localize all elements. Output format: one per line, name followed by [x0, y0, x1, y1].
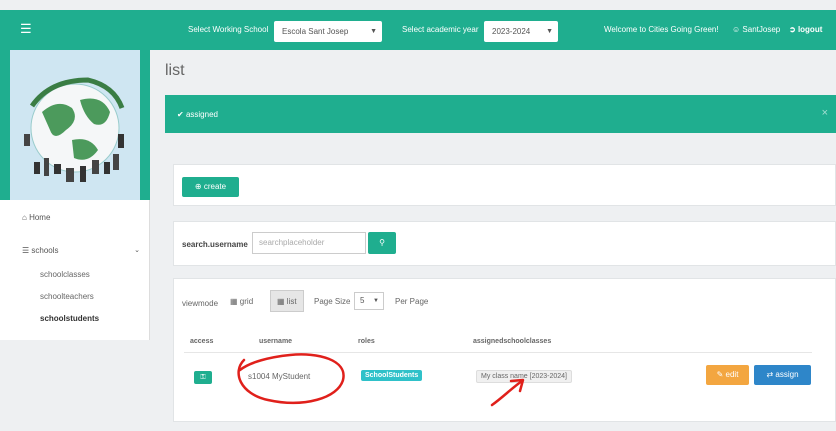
column-header-username: username [259, 338, 293, 345]
search-button[interactable]: ⚲ [368, 232, 396, 254]
sidebar-item-schools[interactable]: ☰ schools ⌄ [22, 246, 140, 255]
key-icon: ⚿ [200, 374, 206, 381]
user-menu[interactable]: ☺ SantJosep [732, 25, 780, 34]
sidebar-item-label: Home [29, 213, 51, 222]
chevron-down-icon: ▼ [373, 298, 379, 304]
sidebar: ⌂ Home ☰ schools ⌄ schoolclasses schoolt… [0, 50, 150, 340]
working-school-select[interactable]: Escola Sant Josep ▼ [274, 21, 382, 42]
logout-icon: ➲ [789, 25, 796, 34]
sidebar-item-schoolteachers[interactable]: schoolteachers [40, 292, 94, 301]
per-page-label: Per Page [395, 297, 429, 306]
logout-link[interactable]: ➲ logout [789, 25, 822, 34]
create-button[interactable]: ⊕ create [182, 177, 239, 197]
create-button-label: create [203, 182, 227, 191]
top-navbar: ☰ Select Working School Escola Sant Jose… [0, 10, 836, 50]
user-icon: ☺ [732, 25, 741, 34]
hamburger-icon[interactable]: ☰ [20, 22, 32, 36]
academic-year-select[interactable]: 2023-2024 ▼ [484, 21, 558, 42]
list-icon: ☰ [22, 246, 30, 255]
page-title: list [165, 62, 185, 79]
alert-message: ✔ assigned [177, 110, 218, 119]
main-content: list ✔ assigned × ⊕ create search.userna… [151, 50, 836, 431]
logo-frame [0, 50, 150, 200]
grid-icon: ▦ [230, 297, 238, 306]
search-label: search.username [182, 240, 248, 249]
role-badge: SchoolStudents [361, 370, 423, 381]
chevron-down-icon: ⌄ [134, 247, 140, 254]
column-header-roles: roles [358, 338, 375, 345]
create-panel: ⊕ create [173, 164, 836, 206]
chevron-down-icon: ▼ [370, 28, 377, 35]
sidebar-item-home[interactable]: ⌂ Home [22, 213, 50, 222]
search-panel: search.username searchplaceholder ⚲ [173, 221, 836, 266]
list-label: list [286, 297, 297, 306]
table-divider [184, 352, 812, 353]
logo[interactable] [10, 50, 140, 200]
list-view-button[interactable]: ▦ list [270, 290, 304, 312]
edit-icon: ✎ [716, 370, 724, 379]
plus-circle-icon: ⊕ [194, 182, 202, 191]
page-size-select[interactable]: 5 ▼ [354, 292, 384, 310]
assign-button[interactable]: ⇄ assign [754, 365, 811, 385]
chevron-down-icon: ▼ [546, 28, 553, 35]
search-input[interactable]: searchplaceholder [252, 232, 366, 254]
assign-button-label: assign [775, 370, 799, 379]
list-panel: viewmode ▦ grid ▦ list Page Size 5 ▼ Per… [173, 278, 836, 422]
success-alert: ✔ assigned × [165, 95, 836, 133]
assigned-class-badge: My class name [2023-2024] [476, 370, 572, 383]
column-header-access: access [190, 338, 214, 345]
column-header-assignedschoolclasses: assignedschoolclasses [473, 338, 552, 345]
sidebar-item-schoolstudents[interactable]: schoolstudents [40, 314, 99, 323]
user-name: SantJosep [742, 25, 781, 34]
working-school-value: Escola Sant Josep [282, 27, 349, 36]
username-cell: s1004 MyStudent [248, 372, 311, 381]
check-circle-icon: ✔ [177, 110, 184, 119]
alert-text: assigned [185, 110, 218, 119]
close-icon[interactable]: × [822, 107, 828, 119]
search-icon: ⚲ [379, 238, 385, 247]
logout-label: logout [797, 25, 823, 34]
welcome-text: Welcome to Cities Going Green! [604, 25, 719, 34]
access-button[interactable]: ⚿ [194, 371, 212, 384]
working-school-label: Select Working School [188, 25, 269, 34]
grid-label: grid [239, 297, 254, 306]
grid-view-button[interactable]: ▦ grid [224, 291, 259, 313]
sidebar-item-label: schools [31, 246, 59, 255]
home-icon: ⌂ [22, 213, 27, 222]
exchange-icon: ⇄ [766, 370, 774, 379]
academic-year-value: 2023-2024 [492, 27, 531, 36]
edit-button-label: edit [725, 370, 739, 379]
page-size-value: 5 [360, 296, 365, 305]
edit-button[interactable]: ✎ edit [706, 365, 749, 385]
page-size-label: Page Size [314, 297, 351, 306]
globe-logo-icon [24, 77, 125, 182]
academic-year-label: Select academic year [402, 25, 479, 34]
sidebar-item-schoolclasses[interactable]: schoolclasses [40, 270, 90, 279]
viewmode-label: viewmode [182, 299, 219, 308]
list-icon: ▦ [277, 297, 285, 306]
